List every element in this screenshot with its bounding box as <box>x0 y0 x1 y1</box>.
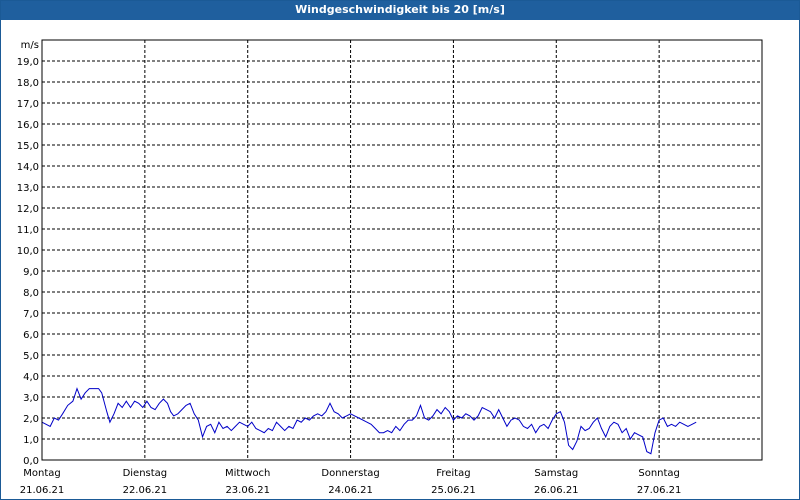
y-tick-label: 3,0 <box>23 393 39 404</box>
x-tick-date: 24.06.21 <box>328 485 373 496</box>
y-tick-label: 9,0 <box>23 267 39 278</box>
grid <box>42 40 762 460</box>
y-tick-label: 2,0 <box>23 414 39 425</box>
y-axis: 0,0 1,0 2,0 3,0 4,0 5,0 6,0 7,0 8,0 9,0 10,0 11,0 12… <box>17 57 39 467</box>
y-tick-label: 18,0 <box>17 78 39 89</box>
wind-speed-chart: 0,0 1,0 2,0 3,0 4,0 5,0 6,0 7,0 8,0 9,0 10,0 11,0 12… <box>17 39 763 496</box>
y-tick-label: 10,0 <box>17 246 39 257</box>
y-tick-label: 13,0 <box>17 183 39 194</box>
x-tick-day-name: Montag <box>23 468 60 479</box>
y-tick-label: 19,0 <box>17 57 39 68</box>
y-tick-label: 7,0 <box>23 309 39 320</box>
y-tick-label: 12,0 <box>17 204 39 215</box>
x-tick-date: 26.06.21 <box>534 485 579 496</box>
x-tick-date: 21.06.21 <box>20 485 65 496</box>
y-tick-label: 11,0 <box>17 225 39 236</box>
y-tick-label: 8,0 <box>23 288 39 299</box>
y-tick-label: 5,0 <box>23 351 39 362</box>
y-tick-label: 6,0 <box>23 330 39 341</box>
wind-speed-series-line <box>41 387 697 455</box>
x-tick-day-name: Mittwoch <box>225 468 270 479</box>
x-tick-day-name: Donnerstag <box>321 468 379 479</box>
x-tick-date: 27.06.21 <box>637 485 682 496</box>
x-tick-day-name: Dienstag <box>123 468 168 479</box>
x-tick-date: 22.06.21 <box>123 485 168 496</box>
y-tick-label: 1,0 <box>23 435 39 446</box>
y-tick-label: 15,0 <box>17 141 39 152</box>
x-tick-day-name: Sonntag <box>638 468 680 479</box>
y-tick-label: 0,0 <box>23 456 39 467</box>
y-tick-label: 14,0 <box>17 162 39 173</box>
x-tick-day-name: Freitag <box>436 468 470 479</box>
y-tick-label: 4,0 <box>23 372 39 383</box>
x-tick-date: 23.06.21 <box>225 485 270 496</box>
x-tick-day-name: Samstag <box>534 468 578 479</box>
y-tick-label: 17,0 <box>17 99 39 110</box>
x-axis: Montag 21.06.21 Dienstag 22.06.21 Mittwoch 23… <box>20 468 682 496</box>
y-axis-unit-label: m/s <box>21 40 39 51</box>
y-tick-label: 16,0 <box>17 120 39 131</box>
x-tick-date: 25.06.21 <box>431 485 476 496</box>
